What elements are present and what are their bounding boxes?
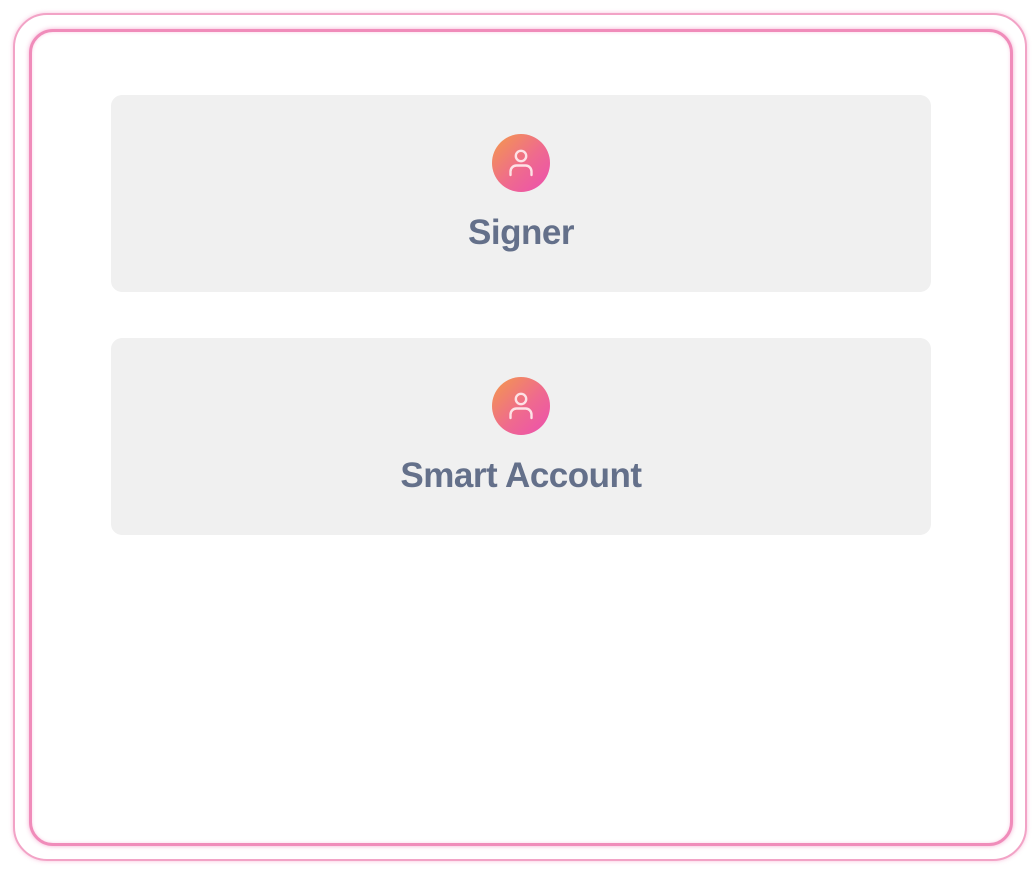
user-icon <box>492 377 550 435</box>
smart-account-option-label: Smart Account <box>400 456 642 495</box>
user-icon <box>492 134 550 192</box>
signer-option-button[interactable]: Signer <box>111 95 931 292</box>
smart-account-option-button[interactable]: Smart Account <box>111 338 931 535</box>
signer-option-label: Signer <box>468 213 574 252</box>
